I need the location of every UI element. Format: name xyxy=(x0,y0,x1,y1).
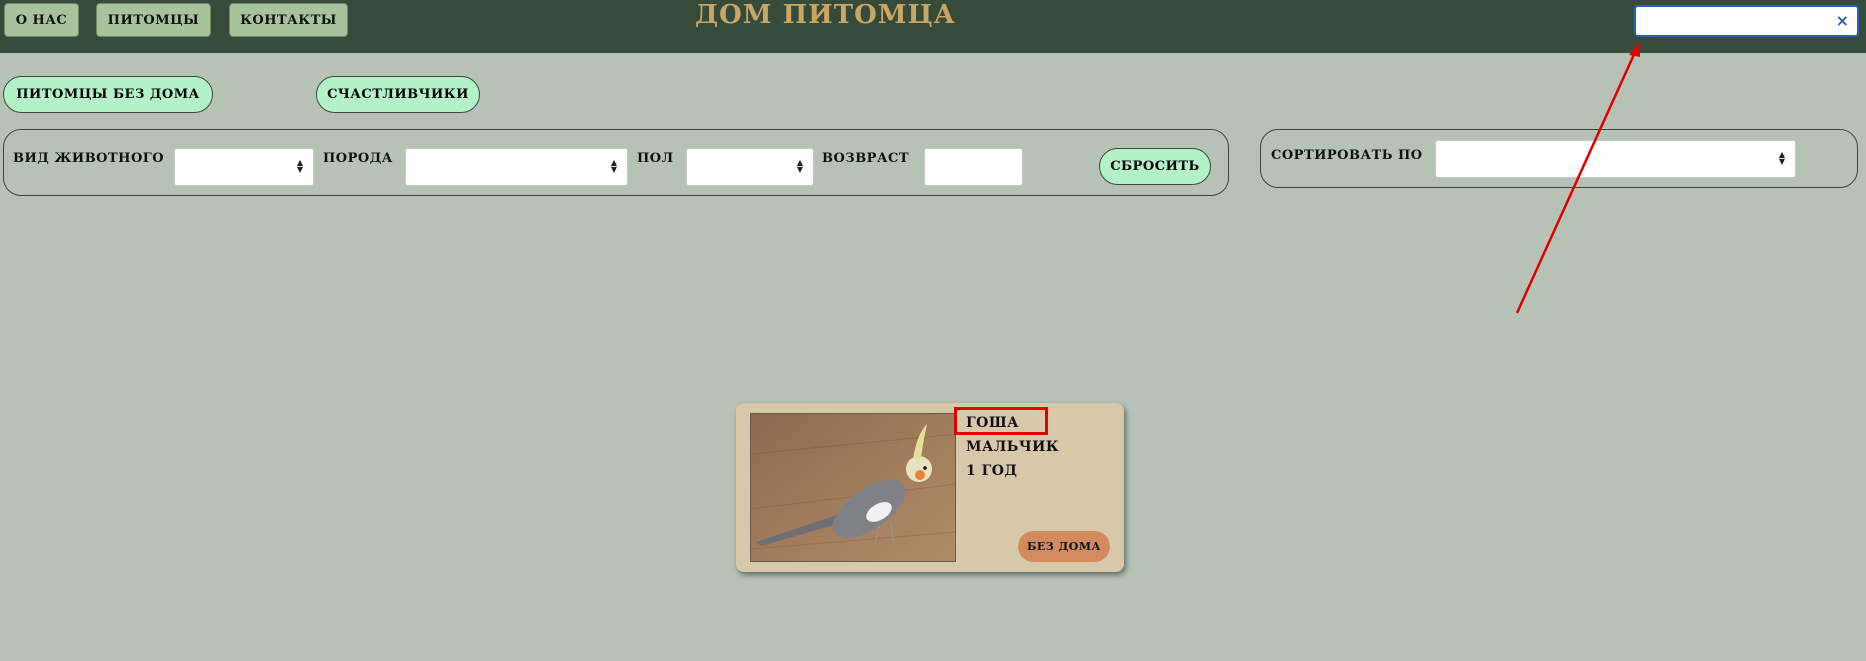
highlight-annotation xyxy=(954,407,1048,435)
site-title: ДОМ ПИТОМЦА xyxy=(695,0,956,30)
clear-icon[interactable]: × xyxy=(1836,11,1849,30)
sort-select[interactable]: ▲ ▼ xyxy=(1435,140,1796,178)
tab-lucky-pets[interactable]: СЧАСТЛИВЧИКИ xyxy=(316,76,480,113)
pet-photo xyxy=(750,413,956,562)
search-input[interactable] xyxy=(1644,13,1828,33)
nav-contacts-button[interactable]: КОНТАКТЫ xyxy=(229,3,348,37)
sex-label: ПОЛ xyxy=(637,151,674,166)
select-arrows-icon: ▲ ▼ xyxy=(796,158,803,174)
reset-button[interactable]: СБРОСИТЬ xyxy=(1099,148,1211,185)
sex-select[interactable]: ▲ ▼ xyxy=(686,148,814,186)
pet-card[interactable]: ГОША МАЛЬЧИК 1 ГОД БЕЗ ДОМА xyxy=(736,403,1124,572)
nav-about-button[interactable]: О НАС xyxy=(4,3,79,37)
status-badge[interactable]: БЕЗ ДОМА xyxy=(1018,531,1110,562)
select-arrows-icon: ▲ ▼ xyxy=(296,158,303,174)
cockatiel-image xyxy=(751,414,955,561)
pet-sex: МАЛЬЧИК xyxy=(966,439,1060,455)
age-input[interactable] xyxy=(924,148,1023,186)
pet-age: 1 ГОД xyxy=(966,463,1018,479)
age-label: ВОЗВРАСТ xyxy=(822,151,910,166)
species-label: ВИД ЖИВОТНОГО xyxy=(13,151,165,166)
select-arrows-icon: ▲ ▼ xyxy=(610,158,617,174)
tab-homeless-pets[interactable]: ПИТОМЦЫ БЕЗ ДОМА xyxy=(3,76,213,113)
nav-pets-button[interactable]: ПИТОМЦЫ xyxy=(96,3,211,37)
sort-label: СОРТИРОВАТЬ ПО xyxy=(1271,148,1423,163)
species-select[interactable]: ▲ ▼ xyxy=(174,148,314,186)
search-field[interactable]: × xyxy=(1634,5,1859,37)
breed-label: ПОРОДА xyxy=(323,151,393,166)
site-header: О НАС ПИТОМЦЫ КОНТАКТЫ ДОМ ПИТОМЦА × xyxy=(0,0,1866,53)
select-arrows-icon: ▲ ▼ xyxy=(1778,150,1785,166)
breed-select[interactable]: ▲ ▼ xyxy=(405,148,628,186)
